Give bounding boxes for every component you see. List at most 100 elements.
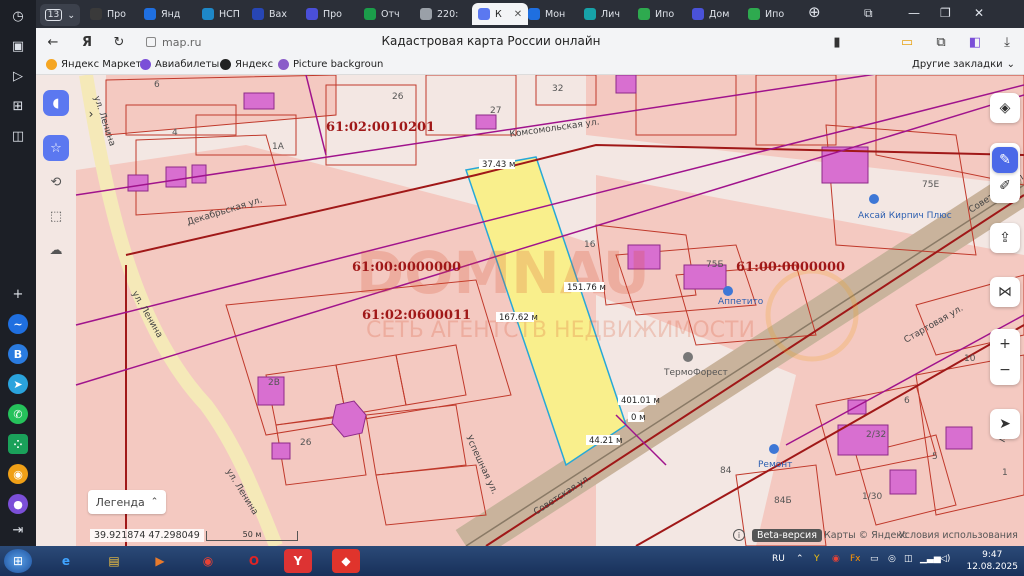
clock-icon[interactable]: ◷: [8, 6, 28, 26]
app-logo-icon[interactable]: ◖: [43, 90, 69, 116]
tray-icon[interactable]: ▭: [870, 554, 879, 564]
upload-button[interactable]: ⇪: [990, 223, 1020, 253]
app-icon[interactable]: ◆: [332, 549, 360, 573]
tab-favicon-icon: [528, 8, 540, 20]
reload-icon[interactable]: ↻: [110, 33, 128, 51]
tab[interactable]: НСП: [202, 3, 240, 25]
info-icon[interactable]: i: [733, 529, 745, 541]
tab[interactable]: К ✕: [472, 3, 529, 25]
restore-icon[interactable]: ❐: [940, 6, 951, 20]
bookmarks-icon[interactable]: ⧉: [864, 6, 873, 21]
tab-counter[interactable]: 13 ⌄: [40, 4, 80, 26]
apps-icon[interactable]: ⁘: [8, 434, 28, 454]
bookmark-page-icon[interactable]: ▮: [828, 33, 846, 51]
bookmark-item[interactable]: Picture backgroun: [278, 59, 383, 70]
exit-icon[interactable]: ⇥: [8, 520, 28, 540]
edit-button[interactable]: ✐: [999, 173, 1011, 199]
tab[interactable]: Ипо: [638, 3, 674, 25]
add-icon[interactable]: +: [8, 284, 28, 304]
route-icon[interactable]: ⟲: [43, 169, 69, 195]
tab[interactable]: Дом: [692, 3, 729, 25]
tab[interactable]: Ипо: [748, 3, 784, 25]
tab[interactable]: Мон: [528, 3, 565, 25]
vk-icon[interactable]: B: [8, 344, 28, 364]
chrome-icon[interactable]: ◉: [194, 549, 222, 573]
cloud-icon[interactable]: ☁: [43, 237, 69, 263]
tray-icon[interactable]: ◉: [832, 554, 840, 564]
language-indicator[interactable]: RU: [772, 554, 785, 564]
share-button[interactable]: ⋈: [990, 277, 1020, 307]
page: DOMNAU СЕТЬ АГЕНТСТВ НЕДВИЖИМОСТИ 61:02:…: [36, 75, 1024, 546]
opera-icon[interactable]: O: [240, 549, 268, 573]
battery-icon[interactable]: ▭: [898, 33, 916, 51]
zoom-out-button[interactable]: −: [999, 357, 1011, 383]
bookmark-item[interactable]: Яндекс Маркет: [46, 59, 141, 70]
legend-button[interactable]: Легенда ⌃: [88, 490, 166, 514]
tabs-counter-icon[interactable]: ⊞: [8, 96, 28, 116]
bookmark-item[interactable]: Авиабилеты: [140, 59, 219, 70]
share-icon: ⋈: [998, 284, 1012, 300]
minimize-icon[interactable]: —: [908, 6, 920, 20]
select-area-icon[interactable]: ⬚: [43, 203, 69, 229]
yandex-browser-icon[interactable]: Y: [284, 549, 312, 573]
back-icon[interactable]: ←: [44, 33, 62, 51]
tab[interactable]: Вах: [252, 3, 287, 25]
odnoklassniki-icon[interactable]: ◉: [8, 464, 28, 484]
cadastral-map[interactable]: DOMNAU СЕТЬ АГЕНТСТВ НЕДВИЖИМОСТИ 61:02:…: [36, 75, 1024, 546]
favorites-icon[interactable]: ☆: [43, 135, 69, 161]
tab-label: Ипо: [655, 8, 675, 20]
zoom-in-button[interactable]: +: [999, 331, 1011, 357]
tray-icon[interactable]: ◎: [888, 554, 896, 564]
tab-label: 220:: [437, 8, 459, 20]
bookmark-favicon-icon: [46, 59, 57, 70]
locate-button[interactable]: ➤: [990, 409, 1020, 439]
media-icon[interactable]: ▶: [146, 549, 174, 573]
explorer-icon[interactable]: ▤: [100, 549, 128, 573]
volume-icon[interactable]: ◁): [940, 554, 950, 564]
tab[interactable]: Лич: [584, 3, 620, 25]
close-tab-icon[interactable]: ✕: [514, 9, 522, 20]
ie-icon[interactable]: e: [52, 549, 80, 573]
tab[interactable]: Янд: [144, 3, 180, 25]
tab-favicon-icon: [748, 8, 760, 20]
tray-icon[interactable]: Y: [814, 554, 820, 564]
expand-panel-icon[interactable]: ›: [78, 101, 104, 127]
upload-icon: ⇪: [999, 230, 1011, 246]
downloads-icon[interactable]: ⤓: [998, 33, 1016, 51]
copyright[interactable]: Карты © Яндекс: [824, 530, 907, 541]
extension-icon[interactable]: ◧: [966, 33, 984, 51]
close-window-icon[interactable]: ✕: [974, 6, 984, 20]
whatsapp-icon[interactable]: ✆: [8, 404, 28, 424]
tab[interactable]: Отч: [364, 3, 400, 25]
bookmark-item[interactable]: Яндекс: [220, 59, 273, 70]
new-tab-button[interactable]: ⊕: [808, 3, 821, 21]
network-icon[interactable]: ▁▃▅: [920, 554, 941, 564]
terms-link[interactable]: Условия использования: [899, 530, 1018, 541]
alice-icon[interactable]: ●: [8, 494, 28, 514]
messenger-icon[interactable]: ~: [8, 314, 28, 334]
tab[interactable]: Про: [90, 3, 126, 25]
tab-favicon-icon: [692, 8, 704, 20]
layers-button[interactable]: ◈: [990, 93, 1020, 123]
tab[interactable]: 220:: [420, 3, 458, 25]
tab-favicon-icon: [420, 8, 432, 20]
bookmark-favicon-icon: [278, 59, 289, 70]
tray-icon[interactable]: Fx: [850, 554, 861, 564]
start-button[interactable]: ⊞: [4, 549, 32, 573]
extension-icon[interactable]: ⧉: [932, 33, 950, 51]
svg-text:Ремонт: Ремонт: [758, 460, 792, 470]
ruler-button[interactable]: ✎: [992, 147, 1018, 173]
clock[interactable]: 9:47 12.08.2025: [966, 549, 1018, 573]
svg-text:1: 1: [1002, 468, 1008, 478]
other-bookmarks[interactable]: Другие закладки ⌄: [912, 59, 1015, 70]
tray-icon[interactable]: ◫: [904, 554, 913, 564]
tab[interactable]: Про: [306, 3, 342, 25]
camera-icon[interactable]: ◫: [8, 126, 28, 146]
yandex-icon[interactable]: Я: [78, 33, 96, 51]
telegram-icon[interactable]: ➤: [8, 374, 28, 394]
collections-icon[interactable]: ▣: [8, 36, 28, 56]
measurement-label: 37.43 м: [482, 160, 515, 170]
play-icon[interactable]: ▷: [8, 66, 28, 86]
parcel-label: 61:02:0600011: [362, 308, 471, 323]
tray-icon[interactable]: ⌃: [796, 554, 804, 564]
